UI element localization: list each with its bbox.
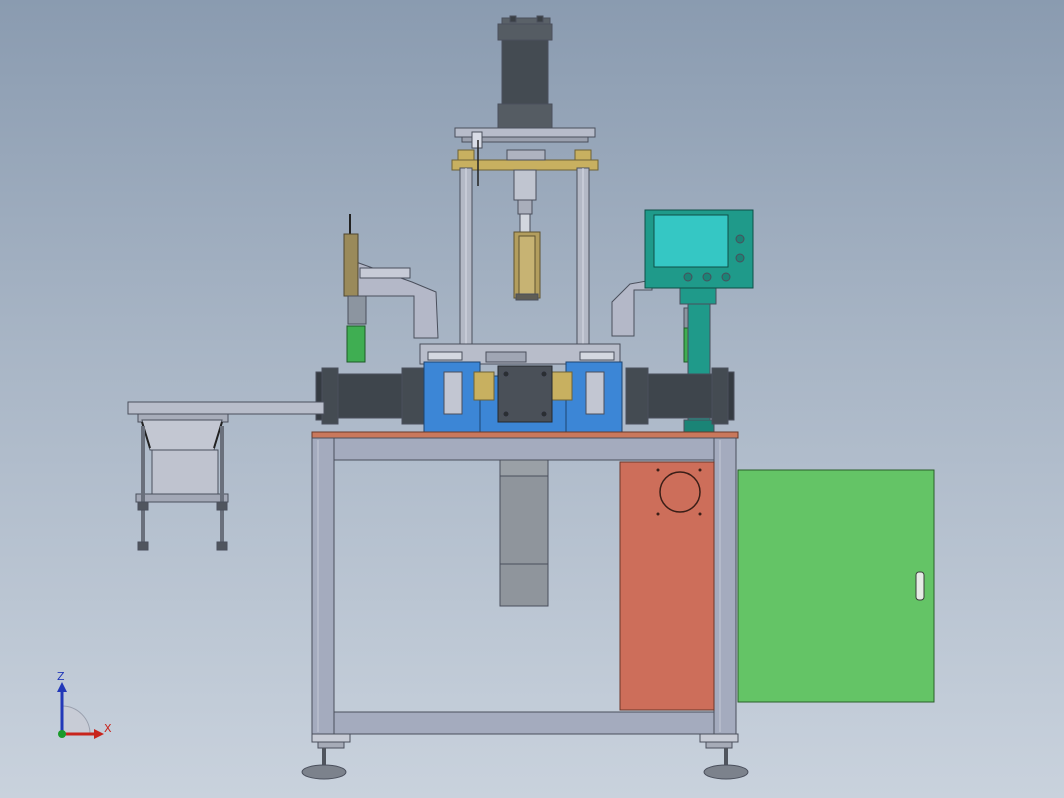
- panel-button: [735, 253, 745, 263]
- x-axis-label: X: [104, 722, 112, 735]
- coordinate-triad: Z X: [57, 672, 112, 739]
- panel-button: [735, 234, 745, 244]
- cabinet-door: [737, 469, 935, 703]
- press-cylinder: [497, 15, 553, 143]
- table-top-plate: [311, 431, 739, 439]
- z-axis-label: Z: [57, 672, 65, 683]
- right-horizontal-cylinder: [625, 367, 735, 425]
- slide-rails: [419, 343, 621, 365]
- feed-chute: [127, 401, 325, 503]
- cable-gland-port: [659, 471, 701, 513]
- panel-button: [683, 272, 693, 282]
- door-handle: [915, 571, 925, 601]
- y-axis-dot: [58, 730, 66, 738]
- tool-cylinder: [513, 231, 541, 301]
- cad-viewport[interactable]: Z X: [0, 0, 1064, 798]
- workpiece-clamp-block: [497, 365, 553, 423]
- z-axis-arrowhead: [57, 682, 67, 692]
- piston-rod-assembly: [513, 169, 537, 233]
- panel-button: [721, 272, 731, 282]
- panel-button: [702, 272, 712, 282]
- drive-motor: [499, 459, 549, 607]
- x-axis-arrowhead: [94, 729, 104, 739]
- leveling-foot-left: [301, 733, 351, 780]
- machine-assembly-drawing: [127, 15, 935, 780]
- hmi-control-panel: [644, 209, 754, 289]
- left-horizontal-cylinder: [315, 367, 425, 425]
- left-sensor-bracket: [355, 261, 439, 339]
- electrical-box: [619, 461, 715, 711]
- leveling-foot-right: [699, 733, 749, 780]
